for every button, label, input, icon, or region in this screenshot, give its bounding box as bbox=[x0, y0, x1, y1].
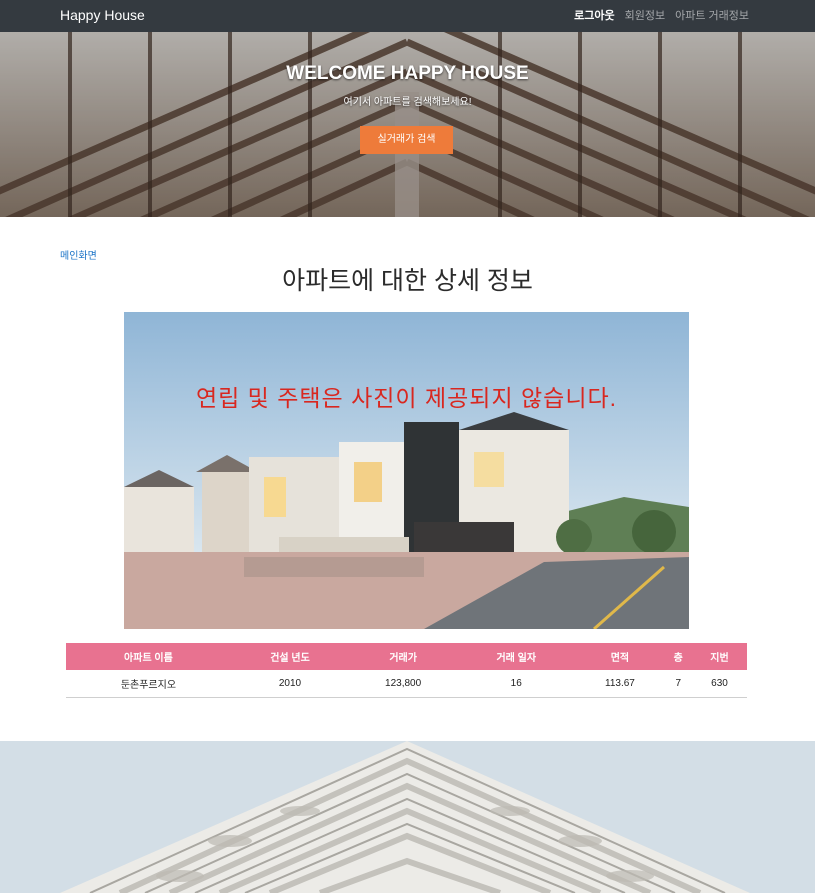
apartment-detail-table: 아파트 이름 건설 년도 거래가 거래 일자 면적 층 지번 둔촌푸르지오 20… bbox=[66, 643, 747, 698]
nav-member-info-link[interactable]: 회원정보 bbox=[625, 7, 665, 23]
hero-title: WELCOME HAPPY HOUSE bbox=[286, 63, 529, 84]
house-image bbox=[124, 312, 689, 629]
col-apt-name: 아파트 이름 bbox=[66, 643, 231, 670]
cell-price: 123,800 bbox=[349, 670, 458, 698]
col-area: 면적 bbox=[575, 643, 665, 670]
col-deal-day: 거래 일자 bbox=[457, 643, 576, 670]
nav-apt-deals-link[interactable]: 아파트 거래정보 bbox=[675, 7, 749, 23]
price-search-button[interactable]: 실거래가 검색 bbox=[360, 126, 453, 154]
cell-area: 113.67 bbox=[575, 670, 665, 698]
col-price: 거래가 bbox=[349, 643, 458, 670]
top-navbar: Happy House 로그아웃 회원정보 아파트 거래정보 bbox=[0, 0, 815, 32]
nav-links: 로그아웃 회원정보 아파트 거래정보 bbox=[574, 7, 749, 23]
nav-logout-link[interactable]: 로그아웃 bbox=[574, 7, 614, 23]
page-title: 아파트에 대한 상세 정보 bbox=[282, 267, 533, 295]
breadcrumb-main-link[interactable]: 메인화면 bbox=[60, 247, 97, 262]
table-header-row: 아파트 이름 건설 년도 거래가 거래 일자 면적 층 지번 bbox=[66, 643, 747, 670]
hero-banner: WELCOME HAPPY HOUSE 여기서 아파트를 검색해보세요! 실거래… bbox=[0, 32, 815, 217]
table-row: 둔촌푸르지오 2010 123,800 16 113.67 7 630 bbox=[66, 670, 747, 698]
footer-building-image bbox=[0, 741, 815, 893]
col-jibun: 지번 bbox=[691, 643, 747, 670]
col-build-year: 건설 년도 bbox=[230, 643, 350, 670]
brand-link[interactable]: Happy House bbox=[60, 7, 145, 23]
photo-unavailable-note: 연립 및 주택은 사진이 제공되지 않습니다. bbox=[195, 385, 618, 411]
cell-jibun: 630 bbox=[691, 670, 747, 698]
cell-floor: 7 bbox=[664, 670, 692, 698]
cell-apt-name: 둔촌푸르지오 bbox=[66, 670, 231, 698]
apartment-photo: 연립 및 주택은 사진이 제공되지 않습니다. bbox=[124, 312, 689, 629]
hero-subtitle: 여기서 아파트를 검색해보세요! bbox=[343, 97, 472, 108]
cell-deal-day: 16 bbox=[457, 670, 576, 698]
col-floor: 층 bbox=[664, 643, 692, 670]
cell-build-year: 2010 bbox=[230, 670, 350, 698]
